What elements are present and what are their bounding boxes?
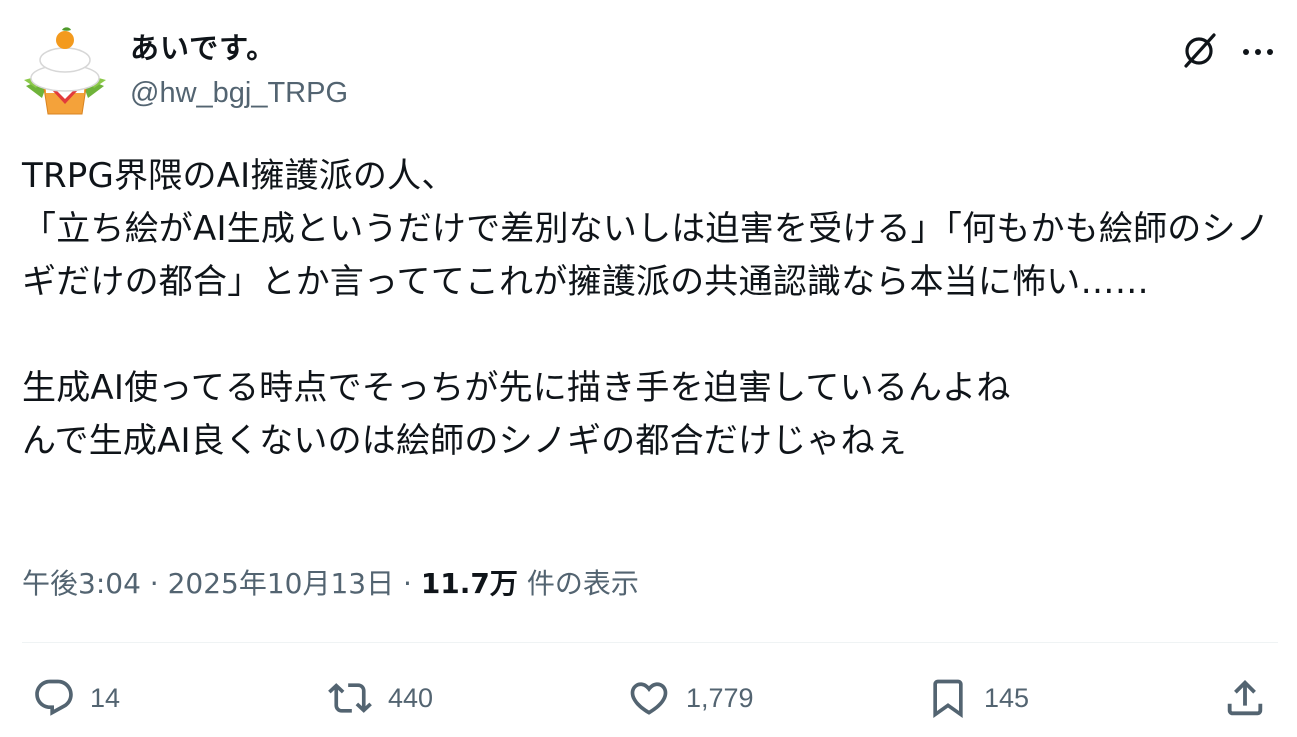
tweet-time[interactable]: 午後3:04 <box>22 567 141 600</box>
more-button[interactable] <box>1238 30 1278 70</box>
avatar[interactable] <box>22 22 108 118</box>
grok-icon <box>1184 33 1216 68</box>
tweet-date[interactable]: 2025年10月13日 <box>168 567 395 600</box>
user-handle[interactable]: @hw_bgj_TRPG <box>130 74 348 112</box>
views-label: 件の表示 <box>517 567 639 600</box>
like-count: 1,779 <box>686 682 754 713</box>
heart-icon <box>630 682 668 715</box>
action-bar: 14 440 1,779 145 <box>0 668 1297 728</box>
reply-count: 14 <box>90 682 121 713</box>
retweet-button[interactable]: 440 <box>326 668 433 728</box>
display-name[interactable]: あいです。 <box>130 30 348 66</box>
bookmark-button[interactable]: 145 <box>926 668 1029 728</box>
meta-separator: · <box>394 567 421 600</box>
share-button[interactable] <box>1222 668 1268 728</box>
retweet-count: 440 <box>388 682 434 713</box>
more-icon <box>1243 49 1273 55</box>
tweet-meta: 午後3:04 · 2025年10月13日 · 11.7万 件の表示 <box>22 564 639 604</box>
like-button[interactable]: 1,779 <box>626 668 754 728</box>
kagami-mochi-avatar-image <box>24 27 106 115</box>
meta-separator: · <box>140 567 168 600</box>
bookmark-count: 145 <box>984 682 1030 713</box>
retweet-icon <box>328 683 372 713</box>
tweet-header: あいです。 @hw_bgj_TRPG <box>22 22 1278 122</box>
share-icon <box>1227 679 1263 716</box>
views-count: 11.7万 <box>420 567 518 600</box>
divider <box>22 642 1278 643</box>
bookmark-icon <box>933 679 963 719</box>
reply-icon <box>35 679 73 716</box>
grok-button[interactable] <box>1180 30 1220 70</box>
user-info[interactable]: あいです。 @hw_bgj_TRPG <box>130 30 348 112</box>
tweet-text: TRPG界隈のAI擁護派の人、 「立ち絵がAI生成というだけで差別ないしは迫害を… <box>22 156 1270 461</box>
reply-button[interactable]: 14 <box>32 668 120 728</box>
